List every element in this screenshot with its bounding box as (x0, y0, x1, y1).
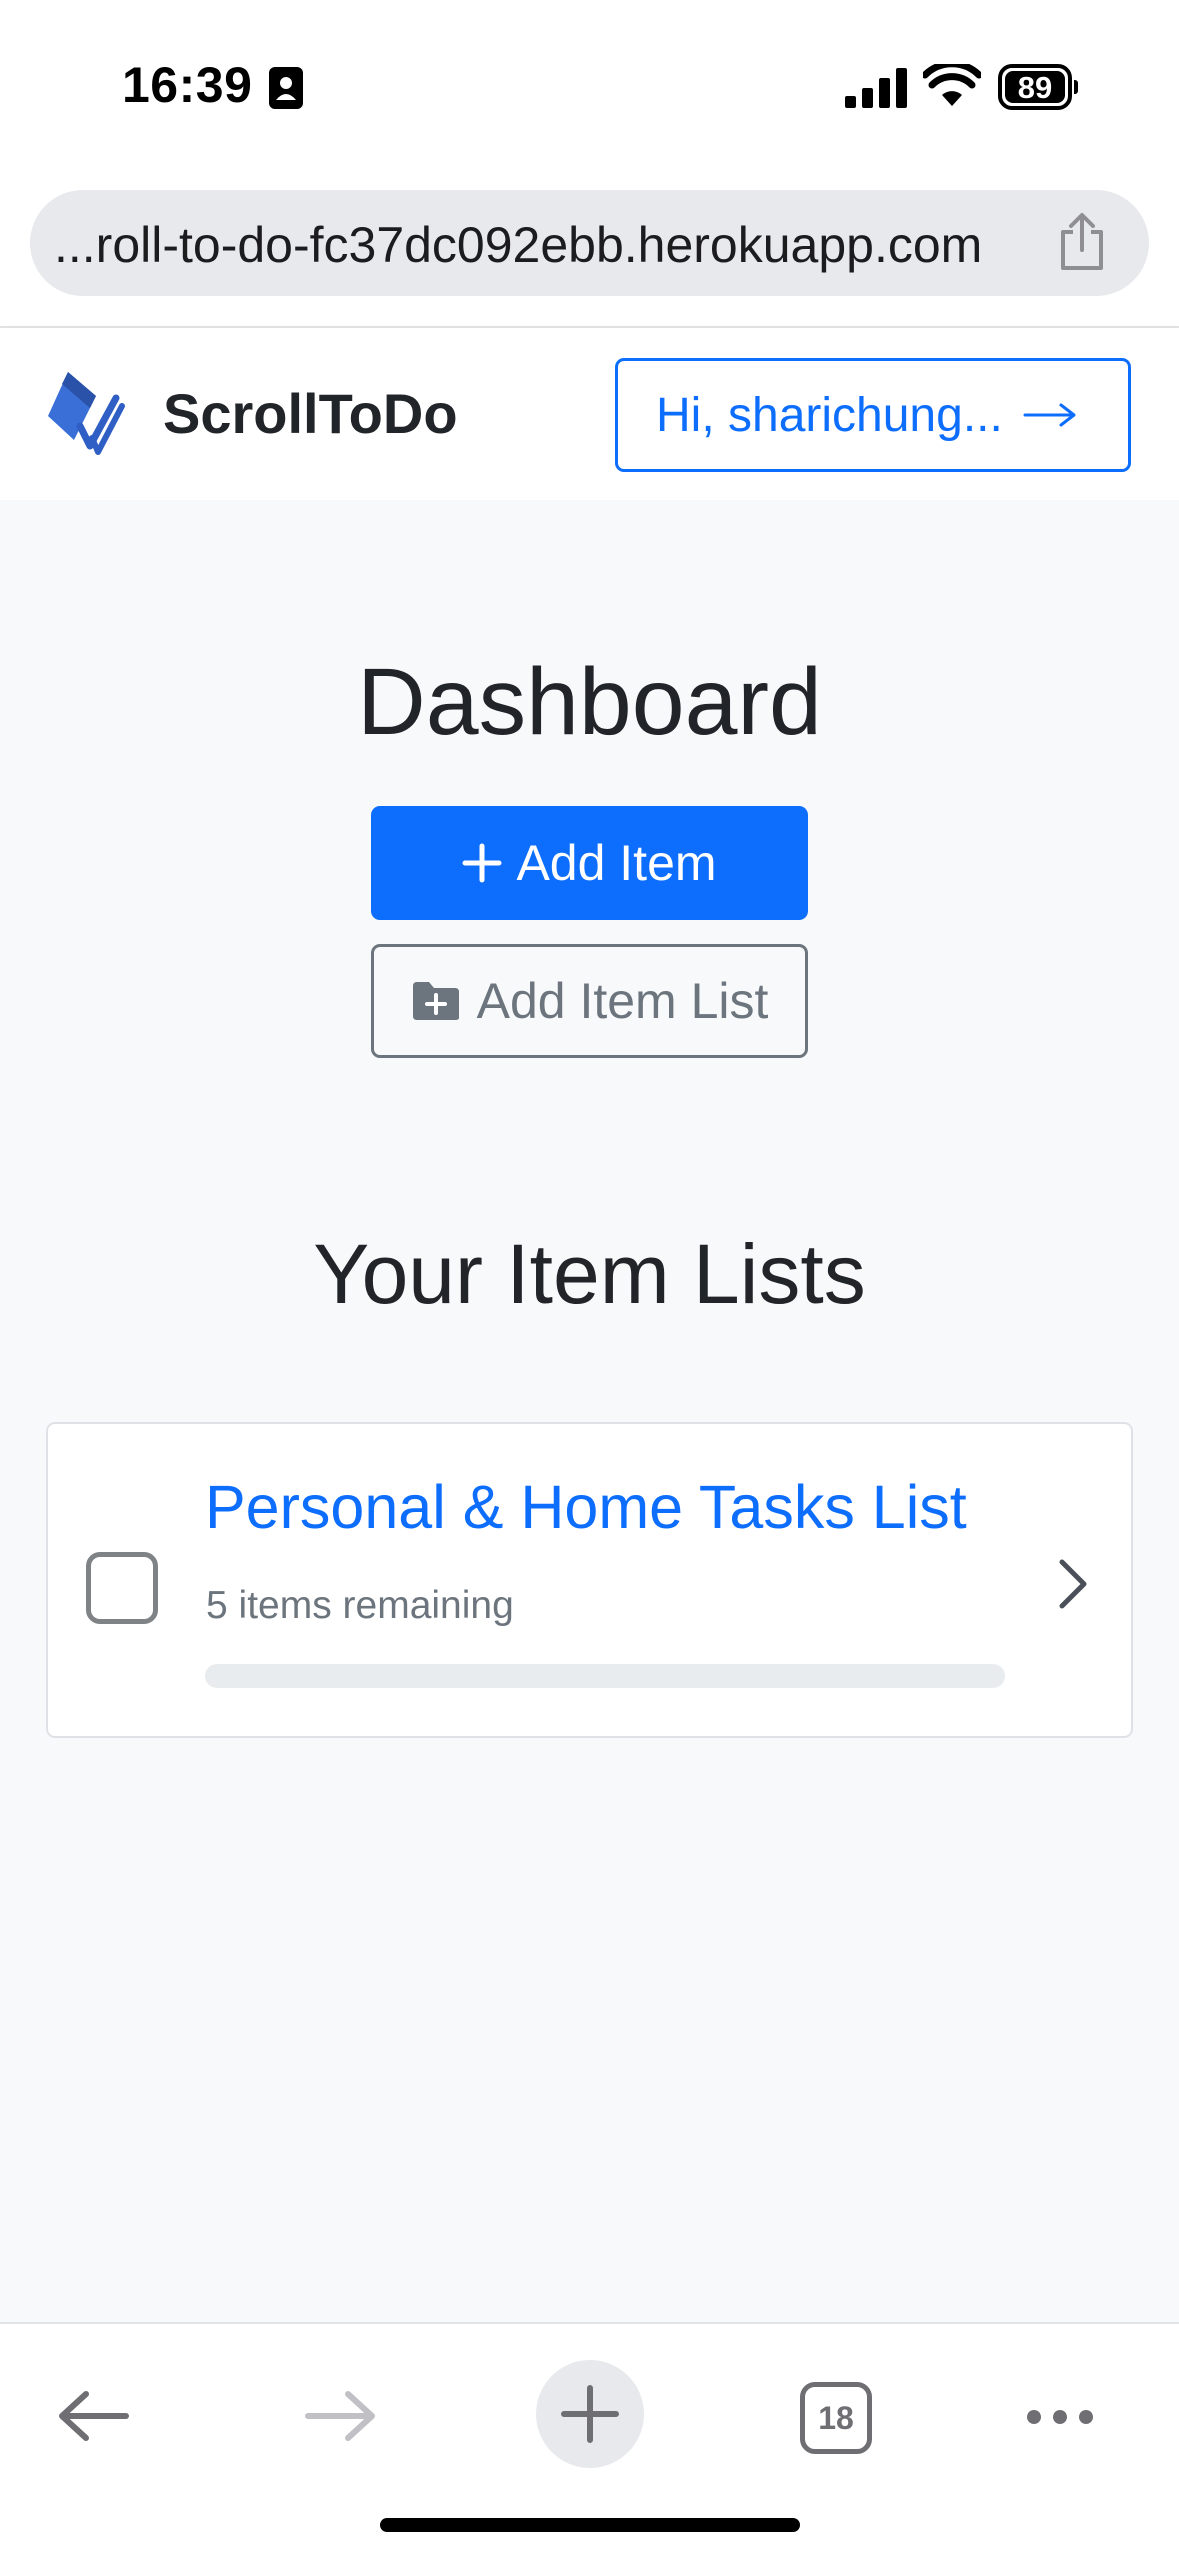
battery-icon: 89 (998, 64, 1078, 110)
brand-name[interactable]: ScrollToDo (163, 381, 458, 446)
more-icon[interactable] (1024, 2404, 1096, 2430)
app-navbar: ScrollToDo Hi, sharichung... (0, 328, 1179, 500)
page-title: Dashboard (357, 649, 822, 755)
new-tab-button[interactable] (536, 2360, 644, 2468)
id-card-icon (269, 67, 303, 109)
user-account-button[interactable]: Hi, sharichung... (615, 358, 1131, 472)
plus-icon (462, 843, 502, 883)
scrolltodo-logo-icon[interactable] (46, 368, 128, 462)
home-indicator (380, 2518, 800, 2532)
wifi-icon (923, 64, 981, 106)
signal-icon (845, 68, 907, 108)
forward-arrow-icon[interactable] (302, 2386, 378, 2446)
list-progress-bar (205, 1664, 1005, 1688)
tab-count: 18 (818, 2399, 854, 2436)
status-bar: 16:39 89 (0, 0, 1179, 175)
url-text[interactable]: ...roll-to-do-fc37dc092ebb.herokuapp.com (54, 216, 982, 274)
add-item-list-label: Add Item List (476, 973, 769, 1029)
arrow-right-icon (1023, 403, 1076, 427)
add-item-button[interactable]: Add Item (371, 806, 808, 920)
add-item-list-button[interactable]: Add Item List (371, 944, 808, 1058)
status-time: 16:39 (122, 57, 253, 113)
add-item-label: Add Item (516, 835, 717, 891)
user-button-label: Hi, sharichung... (656, 388, 1003, 442)
screen: 16:39 89 ...roll-to-do-fc37dc092ebb.hero… (0, 0, 1179, 2556)
list-remaining-count: 5 items remaining (206, 1584, 514, 1627)
tabs-icon[interactable]: 18 (800, 2382, 872, 2454)
new-tab-plus-icon (561, 2385, 619, 2443)
item-list-card[interactable]: Personal & Home Tasks List 5 items remai… (46, 1422, 1133, 1738)
chevron-right-icon[interactable] (1052, 1556, 1092, 1612)
list-title[interactable]: Personal & Home Tasks List (205, 1472, 967, 1542)
folder-plus-icon (412, 982, 459, 1020)
dashboard-main: Dashboard Add Item Add Item List Your It… (0, 500, 1179, 2322)
list-complete-checkbox[interactable] (86, 1552, 158, 1624)
battery-level: 89 (1017, 69, 1053, 105)
lists-heading: Your Item Lists (313, 1227, 866, 1321)
share-icon[interactable] (1055, 212, 1109, 272)
address-bar[interactable]: ...roll-to-do-fc37dc092ebb.herokuapp.com (30, 190, 1149, 296)
back-arrow-icon[interactable] (56, 2386, 132, 2446)
